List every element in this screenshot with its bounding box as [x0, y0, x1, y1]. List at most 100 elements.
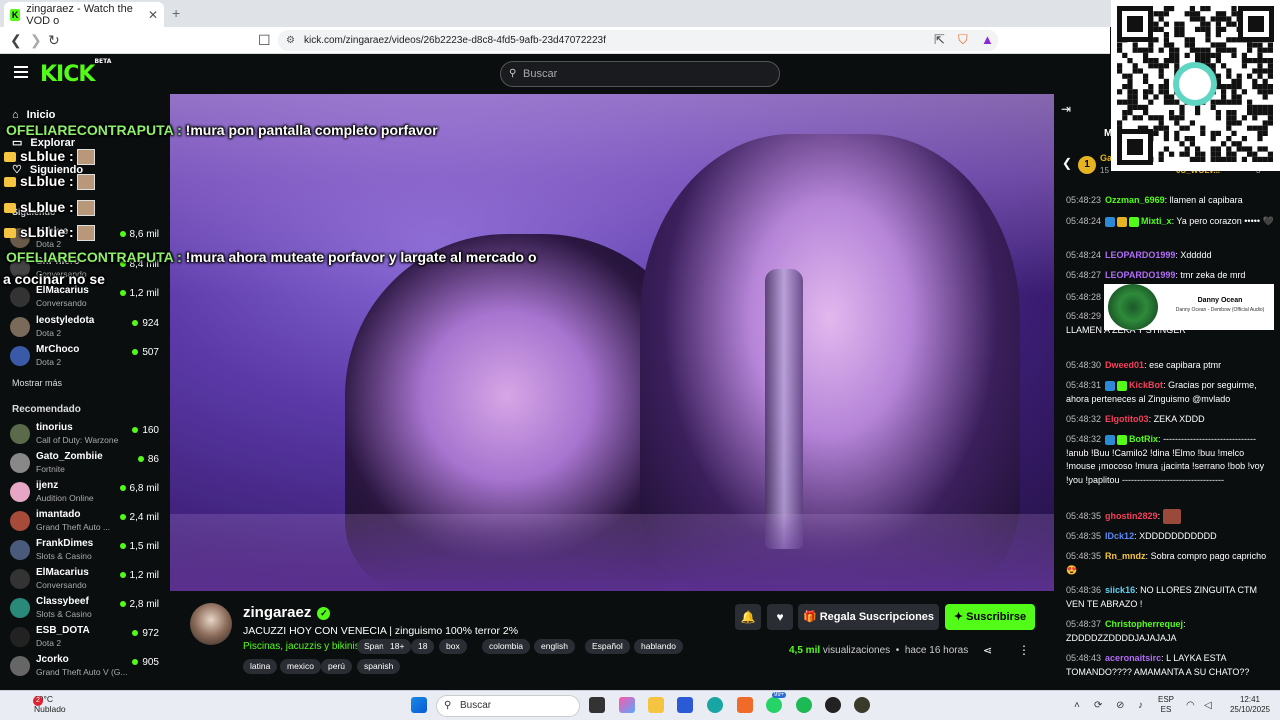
- chat-username[interactable]: Ozzman_6969: [1105, 195, 1165, 205]
- language-indicator[interactable]: ESP ES: [1158, 695, 1174, 715]
- chat-username[interactable]: KickBot: [1129, 380, 1163, 390]
- chat-username[interactable]: BotRix: [1129, 434, 1158, 444]
- new-tab-button[interactable]: +: [172, 5, 180, 21]
- chat-username[interactable]: IDck12: [1105, 531, 1134, 541]
- weather-widget[interactable]: 2 19°C Nublado: [12, 694, 66, 714]
- chat-timestamp: 05:48:43: [1066, 653, 1102, 663]
- following-channel[interactable]: leostyledota Dota 2 924: [10, 315, 165, 343]
- address-bar[interactable]: ⚙ kick.com/zingaraez/videos/26b2223e-d8c…: [278, 30, 998, 51]
- recommended-channel[interactable]: FrankDimes Slots & Casino 1,5 mil: [10, 538, 165, 566]
- volume-icon[interactable]: ◁: [1204, 700, 1212, 711]
- chat-username[interactable]: Dweed01: [1105, 360, 1144, 370]
- chat-username[interactable]: aceronaitsirc: [1105, 653, 1161, 663]
- file-explorer-icon[interactable]: [648, 697, 664, 713]
- chat-username[interactable]: Mixti_x: [1141, 216, 1172, 226]
- viewer-count: 1,5 mil: [120, 541, 159, 552]
- overlay-slblue-1: sLblue :: [4, 148, 95, 166]
- following-channel[interactable]: MrChoco Dota 2 507: [10, 344, 165, 372]
- chat-message: 05:48:35 ghostin2829:: [1066, 509, 1276, 524]
- subscribe-button[interactable]: ✦ Suscribirse: [945, 604, 1035, 630]
- channel-name: FrankDimes: [36, 538, 94, 549]
- stream-tag[interactable]: mexico: [280, 659, 321, 674]
- chat-badge-icon: [1117, 380, 1128, 391]
- clock[interactable]: 12:41 25/10/2025: [1226, 695, 1274, 715]
- back-icon[interactable]: ❮: [10, 32, 22, 49]
- windows-taskbar: 2 19°C Nublado ⚲ Buscar 99+ ˄ ⟳ ⊘ ♪ ESP ES…: [0, 690, 1280, 720]
- reload-icon[interactable]: ↻: [48, 32, 60, 49]
- chat-username[interactable]: Elgotito03: [1105, 414, 1149, 424]
- site-info-icon[interactable]: ⚙: [286, 30, 295, 51]
- stream-tag[interactable]: hablando: [634, 639, 683, 654]
- recommended-channel[interactable]: tinorius Call of Duty: Warzone 160: [10, 422, 165, 450]
- taskbar-search[interactable]: ⚲ Buscar: [436, 695, 580, 717]
- share-page-icon[interactable]: ⇱: [934, 32, 945, 48]
- notifications-bell-icon[interactable]: 🔔: [735, 604, 761, 630]
- stream-tag[interactable]: latina: [243, 659, 278, 674]
- stream-tag[interactable]: spanish: [357, 659, 401, 674]
- stream-tag[interactable]: colombia: [482, 639, 531, 654]
- video-player[interactable]: [170, 94, 1054, 591]
- chat-username[interactable]: ghostin2829: [1105, 511, 1158, 521]
- channel-name[interactable]: zingaraez ✓: [243, 604, 331, 621]
- bookmark-icon[interactable]: ☐: [258, 32, 271, 49]
- recommended-channel[interactable]: ElMacarius Conversando 1,2 mil: [10, 567, 165, 595]
- brave-icon[interactable]: [737, 697, 753, 713]
- task-view-icon[interactable]: [589, 697, 605, 713]
- channel-name: ESB_DOTA: [36, 625, 90, 636]
- tray-sync-icon[interactable]: ⟳: [1094, 700, 1102, 711]
- chevron-left-icon[interactable]: ❮: [1062, 156, 1072, 170]
- stream-tag[interactable]: Español: [585, 639, 630, 654]
- whatsapp-icon[interactable]: 99+: [766, 692, 787, 713]
- wifi-icon[interactable]: ◠: [1186, 700, 1195, 711]
- overlay-message-1: OFELIARECONTRAPUTA : !mura pon pantalla …: [6, 122, 438, 138]
- more-options-icon[interactable]: ⋮: [1018, 643, 1030, 657]
- chat-username[interactable]: Christopherrequej: [1105, 619, 1183, 629]
- brave-rewards-icon[interactable]: ▲: [981, 32, 994, 47]
- search-input[interactable]: ⚲ Buscar: [500, 61, 780, 87]
- stream-tag[interactable]: english: [534, 639, 575, 654]
- spotify-icon[interactable]: [796, 697, 812, 713]
- tray-chevron-icon[interactable]: ˄: [1074, 700, 1080, 711]
- chat-username[interactable]: siick16: [1105, 585, 1135, 595]
- recommended-channel[interactable]: Gato_Zombiie Fortnite 86: [10, 451, 165, 479]
- channel-avatar: [10, 627, 30, 647]
- follow-heart-icon[interactable]: ♥: [767, 604, 793, 630]
- kick-logo[interactable]: KICKBETA: [40, 58, 111, 87]
- stream-tag[interactable]: 18+: [383, 639, 412, 654]
- app-icon[interactable]: [854, 697, 870, 713]
- browser-tab[interactable]: K zingaraez - Watch the VOD o ✕: [4, 2, 164, 27]
- edge-icon[interactable]: [707, 697, 723, 713]
- channel-avatar: [10, 482, 30, 502]
- obs-icon[interactable]: [825, 697, 841, 713]
- category-link[interactable]: Piscinas, jacuzzis y bikinis: [243, 641, 360, 652]
- show-more-link[interactable]: Mostrar más: [12, 378, 62, 388]
- recommended-channel[interactable]: ijenz Audition Online 6,8 mil: [10, 480, 165, 508]
- stream-tag[interactable]: box: [439, 639, 467, 654]
- tray-icon[interactable]: ⊘: [1116, 700, 1124, 711]
- following-channel[interactable]: ElMacarius Conversando 1,2 mil: [10, 285, 165, 313]
- recommended-channel[interactable]: Classybeef Slots & Casino 2,8 mil: [10, 596, 165, 624]
- chat-username[interactable]: LEOPARDO1999: [1105, 270, 1175, 280]
- menu-icon[interactable]: [14, 66, 28, 78]
- sidebar-item-inicio[interactable]: ⌂ Inicio: [12, 109, 55, 121]
- collapse-chat-icon[interactable]: ⇥: [1061, 102, 1071, 116]
- copilot-icon[interactable]: [619, 697, 635, 713]
- share-icon[interactable]: ⋖: [983, 644, 992, 657]
- windows-start-icon[interactable]: [411, 697, 427, 713]
- brave-shield-icon[interactable]: ⛉: [958, 32, 968, 48]
- tab-close-icon[interactable]: ✕: [148, 8, 158, 22]
- microphone-icon[interactable]: ♪: [1138, 700, 1143, 711]
- chat-username[interactable]: Rn_mndz: [1105, 551, 1146, 561]
- recommended-channel[interactable]: Jcorko Grand Theft Auto V (G... 905: [10, 654, 165, 682]
- recommended-channel[interactable]: ESB_DOTA Dota 2 972: [10, 625, 165, 653]
- chat-username[interactable]: LEOPARDO1999: [1105, 250, 1175, 260]
- recommended-channel[interactable]: imantado Grand Theft Auto ... 2,4 mil: [10, 509, 165, 537]
- stream-tag[interactable]: 18: [411, 639, 435, 654]
- chat-badge-icon: [1117, 434, 1128, 445]
- forward-icon[interactable]: ❯: [30, 32, 42, 49]
- channel-category: Conversando: [36, 580, 87, 590]
- channel-avatar[interactable]: [190, 603, 232, 645]
- stream-tag[interactable]: perú: [321, 659, 353, 674]
- store-icon[interactable]: [677, 697, 693, 713]
- gift-subs-button[interactable]: 🎁 Regala Suscripciones: [798, 604, 939, 630]
